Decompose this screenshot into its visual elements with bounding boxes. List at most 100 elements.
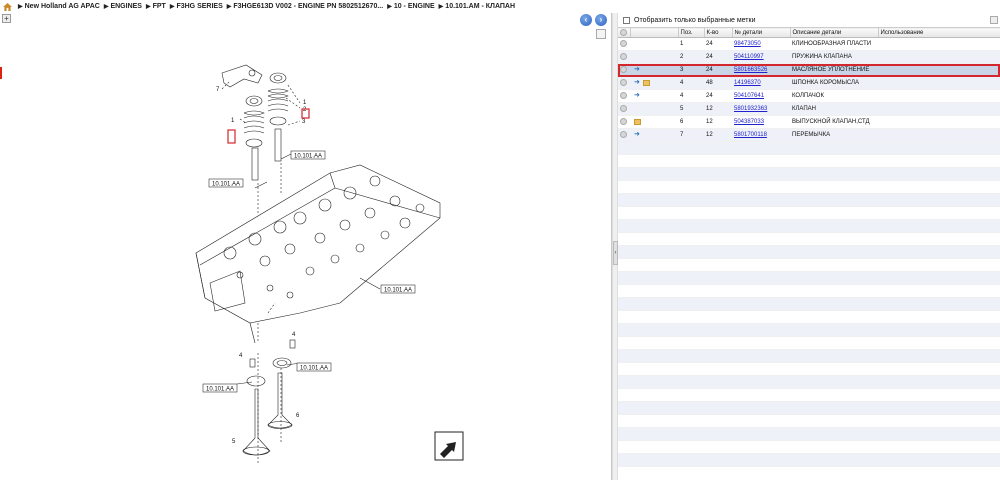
- diagram-pane: + ‹ › 10.101.AA 10.101.AA 10.101.AA 10.1…: [0, 13, 612, 480]
- add-to-cart-icon[interactable]: [620, 79, 627, 87]
- position-number[interactable]: 2: [303, 107, 307, 113]
- exploded-diagram: 10.101.AA 10.101.AA 10.101.AA 10.101.AA …: [195, 64, 464, 463]
- table-row[interactable]: ➜ 7 12 5801700118 ПЕРЕМЫЧКА: [618, 128, 1000, 142]
- empty-row: [618, 219, 1000, 233]
- add-to-cart-icon[interactable]: [620, 131, 627, 139]
- position-number[interactable]: 1: [231, 118, 235, 124]
- breadcrumb-item[interactable]: ENGINES: [110, 3, 142, 10]
- add-to-cart-icon[interactable]: [620, 66, 627, 74]
- callout-label[interactable]: 10.101.AA: [294, 154, 322, 160]
- table-row[interactable]: 5 12 5801932363 КЛАПАН: [618, 102, 1000, 116]
- add-to-cart-icon[interactable]: [620, 40, 627, 48]
- add-to-cart-icon[interactable]: [620, 92, 627, 100]
- row-select-cell[interactable]: [618, 115, 630, 129]
- home-icon[interactable]: [3, 2, 12, 11]
- callout-label[interactable]: 10.101.AA: [300, 366, 328, 372]
- select-all-icon[interactable]: [620, 28, 627, 36]
- chevron-right-icon: ▶: [226, 4, 232, 10]
- service-info-icon[interactable]: ➜: [634, 131, 641, 138]
- callout-label[interactable]: 10.101.AA: [212, 182, 240, 188]
- header-usage[interactable]: Использование: [878, 27, 1000, 38]
- header-qty[interactable]: К-во: [704, 27, 733, 38]
- breadcrumb-item[interactable]: New Holland AG APAC: [25, 3, 100, 10]
- row-description: КЛАПАН: [790, 102, 878, 116]
- header-pos[interactable]: Поз.: [678, 27, 705, 38]
- empty-row: [618, 258, 1000, 272]
- next-page-arrow-icon[interactable]: [434, 431, 464, 461]
- empty-row: [618, 362, 1000, 376]
- row-icons-cell: ➜: [630, 76, 678, 90]
- position-number[interactable]: 6: [296, 413, 300, 419]
- filter-bar: Отобразить только выбранные метки: [618, 13, 1000, 27]
- row-icons-cell: ➜: [630, 128, 678, 142]
- position-number[interactable]: 1: [303, 100, 307, 106]
- breadcrumb-item[interactable]: F3HGE613D V002 - ENGINE PN 5802512670...: [233, 3, 383, 10]
- add-to-cart-icon[interactable]: [620, 118, 627, 126]
- show-selected-checkbox[interactable]: [623, 16, 630, 24]
- row-select-cell[interactable]: [618, 37, 630, 51]
- breadcrumb-item[interactable]: 10 - ENGINE: [394, 3, 435, 10]
- part-number-link[interactable]: 5801932363: [734, 106, 767, 112]
- service-info-icon[interactable]: ➜: [634, 92, 641, 99]
- empty-row: [618, 375, 1000, 389]
- table-row[interactable]: 1 24 98473050 КЛИНООБРАЗНАЯ ПЛАСТИ: [618, 37, 1000, 51]
- part-number-link[interactable]: 504107641: [734, 93, 764, 99]
- add-to-cart-icon[interactable]: [620, 105, 627, 113]
- position-number[interactable]: 3: [302, 119, 306, 125]
- part-number-link[interactable]: 14196370: [734, 80, 761, 86]
- row-qty: 48: [704, 76, 732, 90]
- row-description: ПРУЖИНА КЛАПАНА: [790, 50, 878, 64]
- export-button[interactable]: [990, 16, 998, 24]
- breadcrumb-item[interactable]: FPT: [153, 3, 166, 10]
- row-select-cell[interactable]: [618, 63, 630, 77]
- folder-icon[interactable]: [634, 118, 641, 125]
- header-select[interactable]: [618, 27, 631, 38]
- highlight-box[interactable]: [227, 129, 236, 144]
- header-part-number[interactable]: № детали: [732, 27, 791, 38]
- row-pos: 7: [678, 128, 704, 142]
- row-description: ПЕРЕМЫЧКА: [790, 128, 878, 142]
- row-usage: [878, 63, 1000, 77]
- position-number[interactable]: 7: [216, 87, 220, 93]
- row-select-cell[interactable]: [618, 89, 630, 103]
- add-to-cart-icon[interactable]: [620, 53, 627, 61]
- position-number[interactable]: 4: [292, 332, 296, 338]
- row-usage: [878, 89, 1000, 103]
- row-select-cell[interactable]: [618, 128, 630, 142]
- part-number-link[interactable]: 504110997: [734, 54, 764, 60]
- part-number-link[interactable]: 504387033: [734, 119, 764, 125]
- row-usage: [878, 102, 1000, 116]
- folder-icon[interactable]: [643, 79, 650, 86]
- empty-row: [618, 180, 1000, 194]
- row-select-cell[interactable]: [618, 102, 630, 116]
- chevron-right-icon: ▶: [103, 4, 109, 10]
- parts-pane: Отобразить только выбранные метки Поз. К…: [618, 13, 1000, 480]
- part-number-link[interactable]: 5801663526: [734, 67, 767, 73]
- service-info-icon[interactable]: ➜: [634, 66, 641, 73]
- empty-row: [618, 193, 1000, 207]
- part-number-link[interactable]: 98473050: [734, 41, 761, 47]
- callout-label[interactable]: 10.101.AA: [206, 387, 234, 393]
- table-header-row: Поз. К-во № детали Описание детали Испол…: [618, 27, 1000, 38]
- service-info-icon[interactable]: ➜: [634, 79, 641, 86]
- header-icons: [630, 27, 679, 38]
- table-row[interactable]: 2 24 504110997 ПРУЖИНА КЛАПАНА: [618, 50, 1000, 64]
- table-row[interactable]: ➜ 4 24 504107641 КОЛПАЧОК: [618, 89, 1000, 103]
- breadcrumb-item-current: 10.101.AM - КЛАПАН: [445, 3, 516, 10]
- row-icons-cell: ➜: [630, 89, 678, 103]
- table-row[interactable]: ➜ 4 48 14196370 ШПОНКА КОРОМЫСЛА: [618, 76, 1000, 90]
- position-number[interactable]: 4: [239, 353, 243, 359]
- callout-label[interactable]: 10.101.AA: [384, 288, 412, 294]
- row-pos: 3: [678, 63, 704, 77]
- breadcrumb-item[interactable]: F3HG SERIES: [176, 3, 222, 10]
- position-number[interactable]: 5: [232, 439, 236, 445]
- row-select-cell[interactable]: [618, 50, 630, 64]
- part-number-link[interactable]: 5801700118: [734, 132, 767, 138]
- row-select-cell[interactable]: [618, 76, 630, 90]
- table-row[interactable]: ➜ 3 24 5801663526 МАСЛЯНОЕ УПЛОТНЕНИЕ: [618, 63, 1000, 77]
- header-description[interactable]: Описание детали: [790, 27, 879, 38]
- row-qty: 12: [704, 115, 732, 129]
- table-row[interactable]: 6 12 504387033 ВЫПУСКНОЙ КЛАПАН,СТД: [618, 115, 1000, 129]
- row-icons-cell: [630, 50, 678, 64]
- empty-row: [618, 284, 1000, 298]
